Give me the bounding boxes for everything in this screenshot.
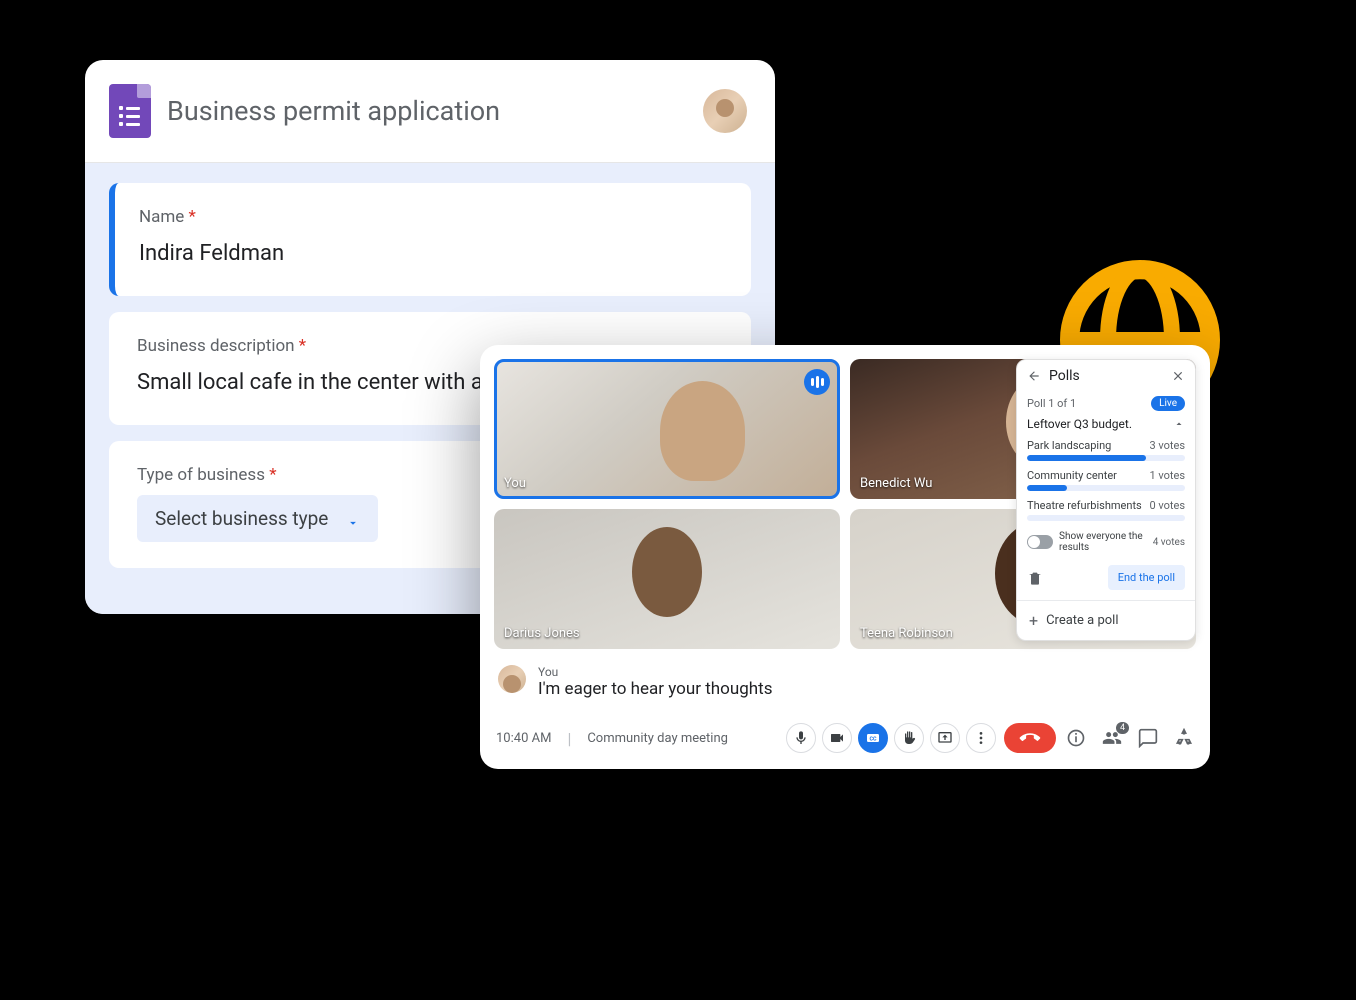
poll-option-votes: 0 votes bbox=[1149, 499, 1185, 512]
question-value[interactable]: Indira Feldman bbox=[139, 237, 723, 270]
meet-window: You Benedict Wu Darius Jones Teena Robin… bbox=[480, 345, 1210, 769]
live-badge: Live bbox=[1151, 396, 1185, 411]
poll-question: Leftover Q3 budget. bbox=[1027, 417, 1132, 431]
show-results-toggle[interactable] bbox=[1027, 535, 1053, 549]
poll-meta: Poll 1 of 1 Live bbox=[1027, 396, 1185, 411]
poll-count: Poll 1 of 1 bbox=[1027, 397, 1076, 410]
polls-title: Polls bbox=[1049, 368, 1163, 384]
tile-name-label: You bbox=[504, 476, 526, 491]
video-tile-you[interactable]: You bbox=[494, 359, 840, 499]
meeting-time: 10:40 AM bbox=[496, 731, 551, 746]
caption-avatar bbox=[498, 665, 526, 693]
svg-text:CC: CC bbox=[870, 737, 877, 743]
poll-option-label: Park landscaping bbox=[1027, 439, 1111, 452]
form-title: Business permit application bbox=[167, 95, 687, 127]
poll-question-row[interactable]: Leftover Q3 budget. bbox=[1027, 417, 1185, 431]
more-options-button[interactable] bbox=[966, 723, 996, 753]
poll-option[interactable]: Community center 1 votes bbox=[1027, 469, 1185, 491]
raise-hand-button[interactable] bbox=[894, 723, 924, 753]
poll-option[interactable]: Park landscaping 3 votes bbox=[1027, 439, 1185, 461]
mic-button[interactable] bbox=[786, 723, 816, 753]
tile-name-label: Darius Jones bbox=[504, 626, 580, 641]
info-icon[interactable] bbox=[1066, 728, 1086, 748]
business-type-select[interactable]: Select business type bbox=[137, 495, 378, 542]
question-name[interactable]: Name * Indira Feldman bbox=[109, 183, 751, 296]
select-value: Select business type bbox=[155, 507, 328, 530]
tile-name-label: Benedict Wu bbox=[860, 476, 932, 491]
right-controls: 4 bbox=[1066, 728, 1194, 748]
polls-body: Poll 1 of 1 Live Leftover Q3 budget. Par… bbox=[1017, 392, 1195, 600]
poll-bar bbox=[1027, 515, 1185, 521]
hangup-button[interactable] bbox=[1004, 723, 1056, 753]
poll-bar bbox=[1027, 455, 1185, 461]
meeting-controls: CC bbox=[786, 723, 1056, 753]
end-poll-button[interactable]: End the poll bbox=[1108, 565, 1185, 590]
google-forms-icon bbox=[109, 84, 151, 138]
meeting-name: Community day meeting bbox=[587, 731, 776, 746]
polls-header: Polls bbox=[1017, 360, 1195, 392]
back-icon[interactable] bbox=[1027, 369, 1041, 383]
separator: | bbox=[561, 729, 577, 748]
participant-count-badge: 4 bbox=[1116, 722, 1129, 734]
polls-panel: Polls Poll 1 of 1 Live Leftover Q3 budge… bbox=[1016, 359, 1196, 641]
caption-text: I'm eager to hear your thoughts bbox=[538, 679, 772, 699]
tile-name-label: Teena Robinson bbox=[860, 626, 953, 641]
activities-icon[interactable] bbox=[1174, 728, 1194, 748]
question-label: Name * bbox=[139, 207, 723, 227]
speaking-icon bbox=[804, 369, 830, 395]
camera-button[interactable] bbox=[822, 723, 852, 753]
close-icon[interactable] bbox=[1171, 369, 1185, 383]
trash-icon[interactable] bbox=[1027, 570, 1043, 586]
video-tile-darius[interactable]: Darius Jones bbox=[494, 509, 840, 649]
captions-button[interactable]: CC bbox=[858, 723, 888, 753]
user-avatar[interactable] bbox=[703, 89, 747, 133]
plus-icon: + bbox=[1029, 611, 1038, 630]
chevron-down-icon bbox=[346, 512, 360, 526]
create-poll-label: Create a poll bbox=[1046, 613, 1118, 628]
create-poll-button[interactable]: + Create a poll bbox=[1017, 600, 1195, 640]
poll-option[interactable]: Theatre refurbishments 0 votes bbox=[1027, 499, 1185, 521]
total-votes: 4 votes bbox=[1153, 537, 1185, 548]
poll-actions: End the poll bbox=[1027, 565, 1185, 590]
present-button[interactable] bbox=[930, 723, 960, 753]
poll-option-label: Community center bbox=[1027, 469, 1117, 482]
poll-option-votes: 1 votes bbox=[1149, 469, 1185, 482]
caption-row: You I'm eager to hear your thoughts bbox=[480, 663, 1210, 713]
chevron-up-icon[interactable] bbox=[1173, 418, 1185, 430]
form-header: Business permit application bbox=[85, 60, 775, 163]
poll-option-votes: 3 votes bbox=[1149, 439, 1185, 452]
meet-bottom-bar: 10:40 AM | Community day meeting CC bbox=[480, 713, 1210, 769]
chat-icon[interactable] bbox=[1138, 728, 1158, 748]
people-icon[interactable]: 4 bbox=[1102, 728, 1122, 748]
toggle-label: Show everyone the results bbox=[1059, 531, 1147, 553]
poll-bar bbox=[1027, 485, 1185, 491]
show-results-row: Show everyone the results 4 votes bbox=[1027, 531, 1185, 553]
poll-option-label: Theatre refurbishments bbox=[1027, 499, 1142, 512]
caption-speaker: You bbox=[538, 665, 772, 679]
